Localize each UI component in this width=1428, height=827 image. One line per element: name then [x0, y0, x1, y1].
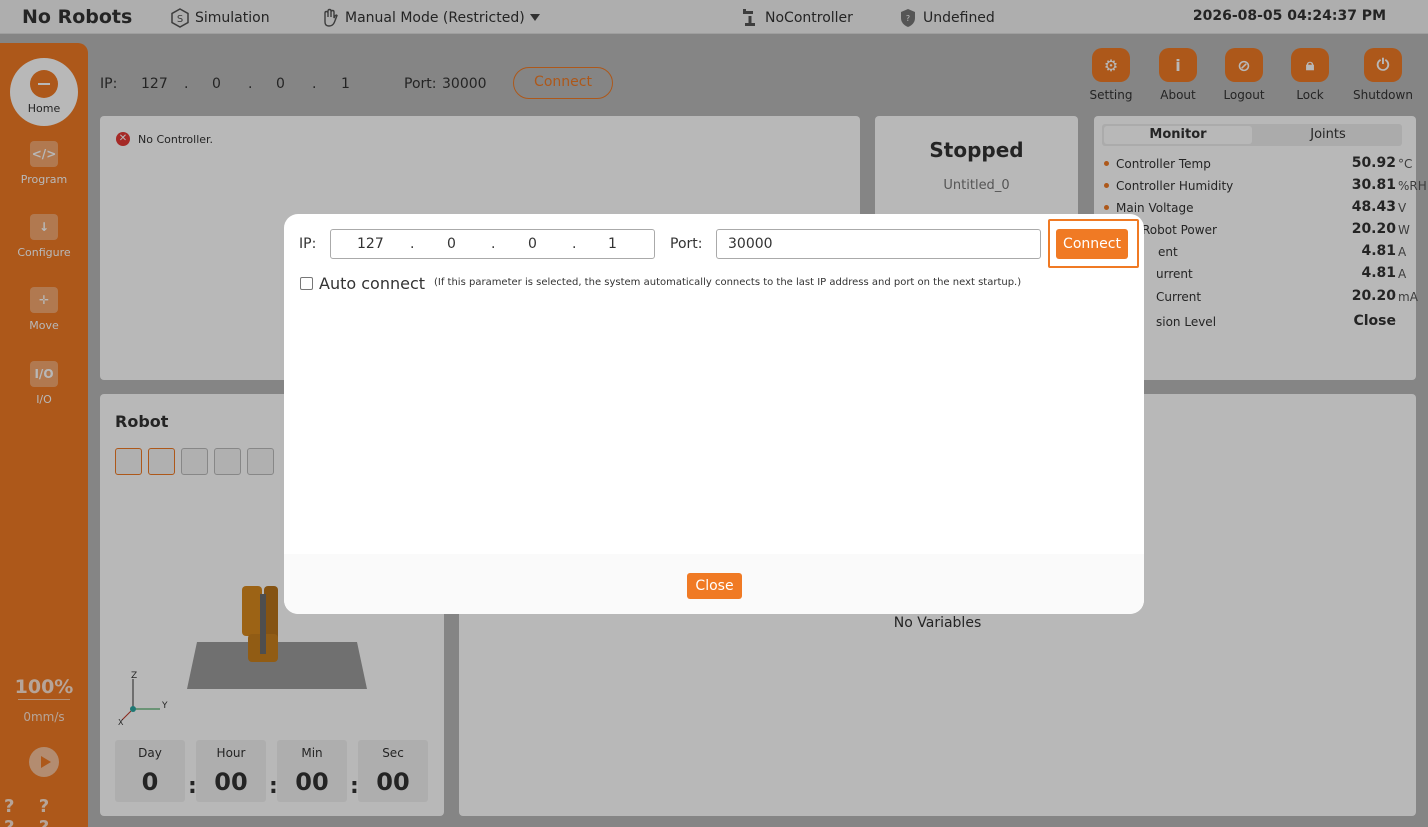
ip-label: IP:: [299, 236, 317, 252]
ip-octet-1[interactable]: 127: [357, 236, 384, 252]
port-label: Port:: [670, 236, 703, 252]
port-field[interactable]: [716, 229, 1041, 259]
ip-dot: .: [572, 236, 577, 252]
ip-octet-2[interactable]: 0: [447, 236, 456, 252]
ip-octet-3[interactable]: 0: [528, 236, 537, 252]
auto-connect-label[interactable]: Auto connect: [319, 274, 425, 293]
connection-dialog: IP: 127 . 0 . 0 . 1 Port: Connect Auto c…: [284, 214, 1144, 614]
ip-dot: .: [491, 236, 496, 252]
ip-octet-4[interactable]: 1: [608, 236, 617, 252]
auto-connect-checkbox[interactable]: [300, 277, 313, 290]
connect-button[interactable]: Connect: [1056, 229, 1128, 259]
ip-dot: .: [410, 236, 415, 252]
ip-address-field[interactable]: 127 . 0 . 0 . 1: [330, 229, 655, 259]
close-button[interactable]: Close: [687, 573, 742, 599]
auto-connect-note: (If this parameter is selected, the syst…: [434, 277, 1022, 288]
